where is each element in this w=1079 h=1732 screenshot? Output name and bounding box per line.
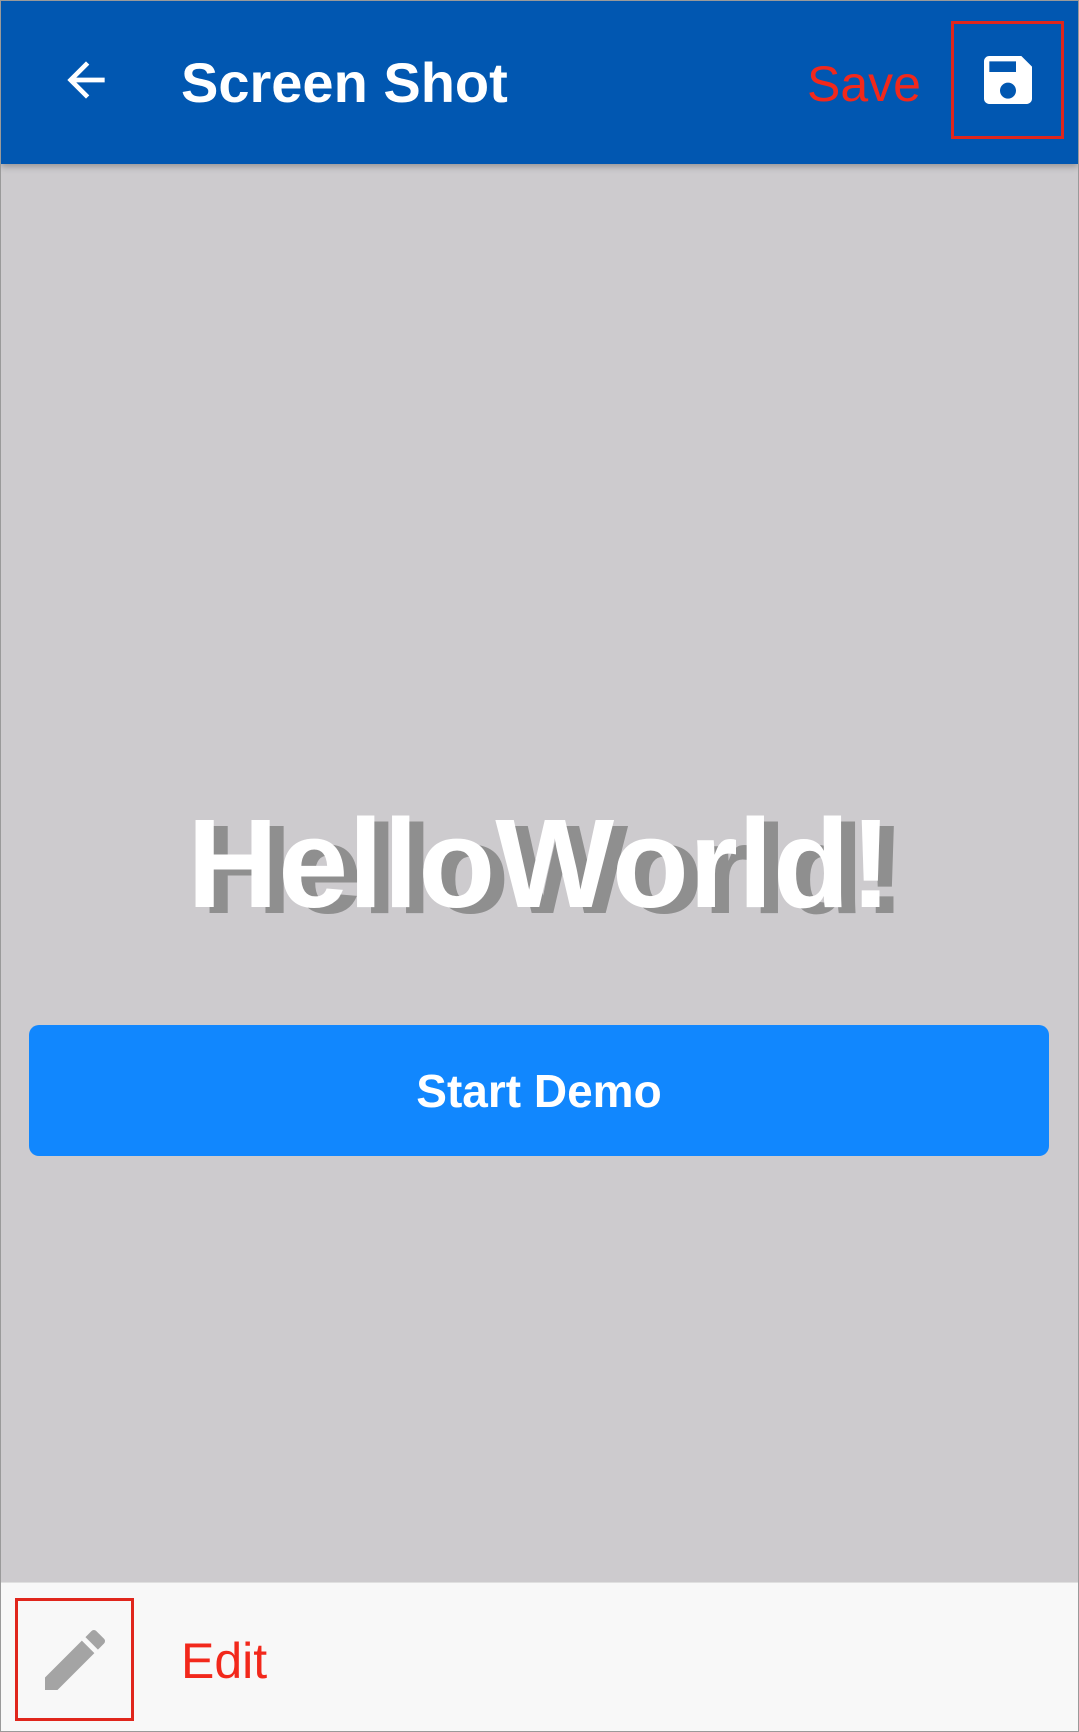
start-demo-label: Start Demo xyxy=(416,1064,662,1117)
save-button[interactable] xyxy=(951,21,1064,139)
screen-frame: Screen Shot Save HelloWorld! Start Demo … xyxy=(0,0,1079,1732)
save-annotation-label: Save xyxy=(807,56,921,112)
arrow-left-icon xyxy=(67,61,105,99)
pencil-icon xyxy=(44,1629,105,1690)
bottom-bar: Edit xyxy=(1,1582,1078,1731)
edit-button[interactable] xyxy=(15,1598,134,1721)
main-content: HelloWorld! Start Demo xyxy=(1,164,1078,1582)
headline-text: HelloWorld! xyxy=(187,793,892,934)
headline-container: HelloWorld! xyxy=(1,794,1078,934)
start-demo-button[interactable]: Start Demo xyxy=(29,1025,1049,1156)
floppy-disk-icon xyxy=(983,56,1032,104)
edit-annotation-label: Edit xyxy=(181,1633,268,1689)
page-title: Screen Shot xyxy=(181,51,508,114)
app-bar: Screen Shot Save xyxy=(1,1,1078,164)
back-button[interactable] xyxy=(41,35,131,125)
